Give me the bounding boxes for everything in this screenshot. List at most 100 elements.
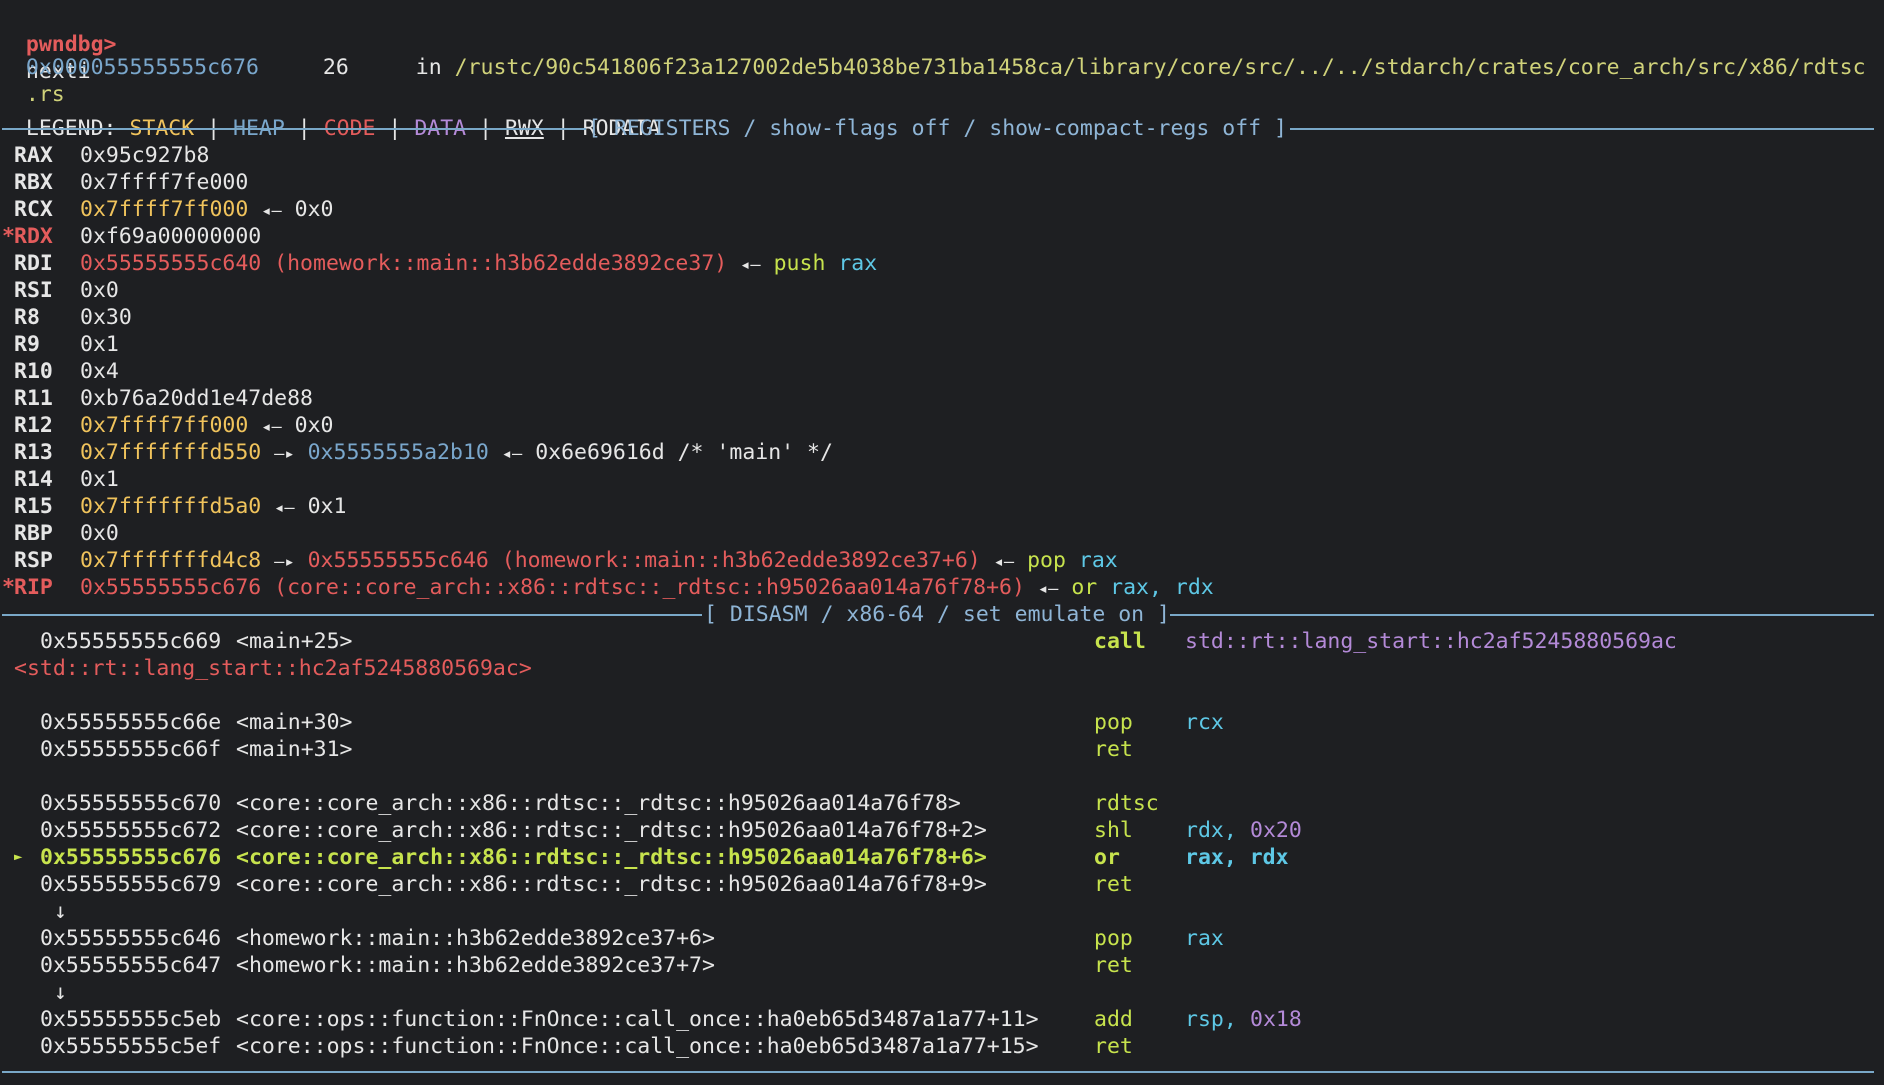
register-row[interactable]: RBP 0x0: [0, 520, 1884, 547]
disasm-row[interactable]: 0x55555555c66e <main+30> pop rcx: [0, 709, 1884, 736]
register-value-text: 0x7fffffffd550: [80, 440, 262, 465]
pointer-arrow: —▸: [274, 444, 295, 464]
instruction-symbol: <main+30>: [236, 710, 353, 735]
register-row[interactable]: RSP 0x7fffffffd4c8 —▸ 0x55555555c646 (hom…: [0, 547, 1884, 574]
register-name: R12: [14, 413, 53, 438]
register-row[interactable]: RCX 0x7ffff7ff000 ◂— 0x0: [0, 196, 1884, 223]
register-value-text: 0x55555555c640 (homework::main::h3b62edd…: [80, 251, 728, 276]
register-row[interactable]: R8 0x30: [0, 304, 1884, 331]
disasm-header: [ DISASM / x86-64 / set emulate on ]: [704, 602, 1170, 627]
flow-down-icon: ↓: [54, 980, 67, 1005]
register-name: RAX: [14, 143, 53, 168]
pointer-arrow: ◂—: [740, 255, 761, 275]
register-value-text: 0xf69a00000000: [80, 224, 262, 249]
instruction-address: 0x55555555c66e: [40, 710, 222, 735]
instruction-mnemonic: ret: [1094, 872, 1133, 897]
register-value-text: 0x55555555c676 (core::core_arch::x86::rd…: [80, 575, 1025, 600]
legend-line: LEGEND: STACK | HEAP | CODE | DATA | RWX…: [25, 116, 661, 141]
register-value: 0xb76a20dd1e47de88: [80, 385, 313, 412]
register-value-text: 0x95c927b8: [80, 143, 210, 168]
flow-arrow-row: ↓: [0, 979, 1884, 1006]
separator-bar-right: [1170, 614, 1874, 616]
instruction-address: 0x55555555c66f: [40, 737, 222, 762]
heap-pointer: 0x5555555a2b10: [307, 440, 489, 465]
register-value: 0x1: [80, 331, 119, 358]
register-row[interactable]: RAX 0x95c927b8: [0, 142, 1884, 169]
disasm-row[interactable]: 0x55555555c669 <main+25> call std::rt::lang…: [0, 628, 1884, 655]
instruction-mnemonic: pop: [1094, 926, 1133, 951]
register-value: 0x7ffff7ff000 ◂— 0x0: [80, 412, 334, 441]
register-value-text: 0x7ffff7fe000: [80, 170, 249, 195]
disasm-row[interactable]: 0x55555555c66f <main+31> ret: [0, 736, 1884, 763]
register-row[interactable]: R9 0x1: [0, 331, 1884, 358]
register-value: 0x0: [80, 277, 119, 304]
register-value: 0x7ffff7fe000: [80, 169, 248, 196]
code-pointer: 0x55555555c646 (homework::main::h3b62edd…: [307, 548, 981, 573]
instruction-operand: rax, rdx: [1185, 845, 1289, 870]
pointer-arrow: ◂—: [274, 498, 295, 518]
register-row[interactable]: * RIP 0x55555555c676 (core::core_arch::x86…: [0, 574, 1884, 601]
deref-value: 0x1: [307, 494, 347, 519]
register-row[interactable]: * RDX 0xf69a00000000: [0, 223, 1884, 250]
instruction-address: 0x55555555c670: [40, 791, 222, 816]
register-modified-marker: *: [2, 224, 15, 249]
instruction-address: 0x55555555c672: [40, 818, 222, 843]
disasm-row[interactable]: 0x55555555c647 <homework::main::h3b62edde…: [0, 952, 1884, 979]
pointer-arrow: ◂—: [261, 417, 282, 437]
registers-header: [ REGISTERS / show-flags off / show-comp…: [588, 116, 1287, 141]
register-value-text: 0x0: [80, 278, 119, 303]
instruction-symbol: <core::core_arch::x86::rdtsc::_rdtsc::h9…: [236, 818, 987, 843]
instruction-address: 0x55555555c646: [40, 926, 222, 951]
instruction-mnemonic: ret: [1094, 953, 1133, 978]
register-name: R11: [14, 386, 53, 411]
disasm-row[interactable]: 0x55555555c670 <core::core_arch::x86::rdt…: [0, 790, 1884, 817]
instruction-address: 0x55555555c5eb: [40, 1007, 222, 1032]
register-value-text: 0x7ffff7ff000: [80, 413, 249, 438]
register-value-text: 0x7fffffffd5a0: [80, 494, 262, 519]
register-name: R15: [14, 494, 53, 519]
register-name: RBX: [14, 170, 53, 195]
register-value: 0xf69a00000000: [80, 223, 261, 250]
register-row[interactable]: RBX 0x7ffff7fe000: [0, 169, 1884, 196]
instruction-symbol: <core::core_arch::x86::rdtsc::_rdtsc::h9…: [236, 791, 961, 816]
register-name: RDI: [14, 251, 53, 276]
register-row[interactable]: R15 0x7fffffffd5a0 ◂— 0x1: [0, 493, 1884, 520]
register-row[interactable]: R14 0x1: [0, 466, 1884, 493]
register-row[interactable]: RSI 0x0: [0, 277, 1884, 304]
register-name: R14: [14, 467, 53, 492]
instruction-symbol: <homework::main::h3b62edde3892ce37+7>: [236, 953, 715, 978]
instruction-symbol: <core::ops::function::FnOnce::call_once:…: [236, 1007, 1039, 1032]
register-value: 0x55555555c676 (core::core_arch::x86::rd…: [80, 574, 1214, 603]
register-value-text: 0x4: [80, 359, 119, 384]
disasm-row[interactable]: 0x55555555c672 <core::core_arch::x86::rdt…: [0, 817, 1884, 844]
disasm-separator: [ DISASM / x86-64 / set emulate on ]: [2, 601, 1874, 628]
register-row[interactable]: R10 0x4: [0, 358, 1884, 385]
register-modified-marker: *: [2, 575, 15, 600]
register-row[interactable]: R12 0x7ffff7ff000 ◂— 0x0: [0, 412, 1884, 439]
instruction-operand: rax, rdx: [1110, 575, 1214, 600]
register-row[interactable]: RDI 0x55555555c640 (homework::main::h3b62…: [0, 250, 1884, 277]
register-value-text: 0x7fffffffd4c8: [80, 548, 262, 573]
instruction-address: 0x55555555c647: [40, 953, 222, 978]
register-value: 0x30: [80, 304, 132, 331]
separator-bar-right: [1290, 128, 1874, 130]
instruction-mnemonic: pop: [1094, 710, 1133, 735]
register-row[interactable]: R13 0x7fffffffd550 —▸ 0x5555555a2b10 ◂— 0…: [0, 439, 1884, 466]
register-row[interactable]: R11 0xb76a20dd1e47de88: [0, 385, 1884, 412]
register-name: RSI: [14, 278, 53, 303]
register-name: R10: [14, 359, 53, 384]
disasm-row[interactable]: 0x55555555c646 <homework::main::h3b62edde…: [0, 925, 1884, 952]
register-value-text: 0xb76a20dd1e47de88: [80, 386, 313, 411]
instruction-address: 0x55555555c5ef: [40, 1034, 222, 1059]
bottom-separator: [2, 1058, 1874, 1085]
instruction-mnemonic: add: [1094, 1007, 1133, 1032]
disasm-row[interactable]: 0x55555555c5eb <core::ops::function::FnOn…: [0, 1006, 1884, 1033]
instruction-mnemonic: or: [1071, 575, 1098, 600]
register-name: R9: [14, 332, 40, 357]
disasm-row[interactable]: 0x55555555c679 <core::core_arch::x86::rdt…: [0, 871, 1884, 898]
register-name: RCX: [14, 197, 53, 222]
instruction-immediate: 0x18: [1250, 1007, 1302, 1032]
deref-value: 0x0: [294, 413, 334, 438]
disasm-row[interactable]: 0x55555555c5ef <core::ops::function::FnOn…: [0, 1033, 1884, 1060]
disasm-row[interactable]: ► 0x55555555c676 <core::core_arch::x86::rd…: [0, 844, 1884, 871]
